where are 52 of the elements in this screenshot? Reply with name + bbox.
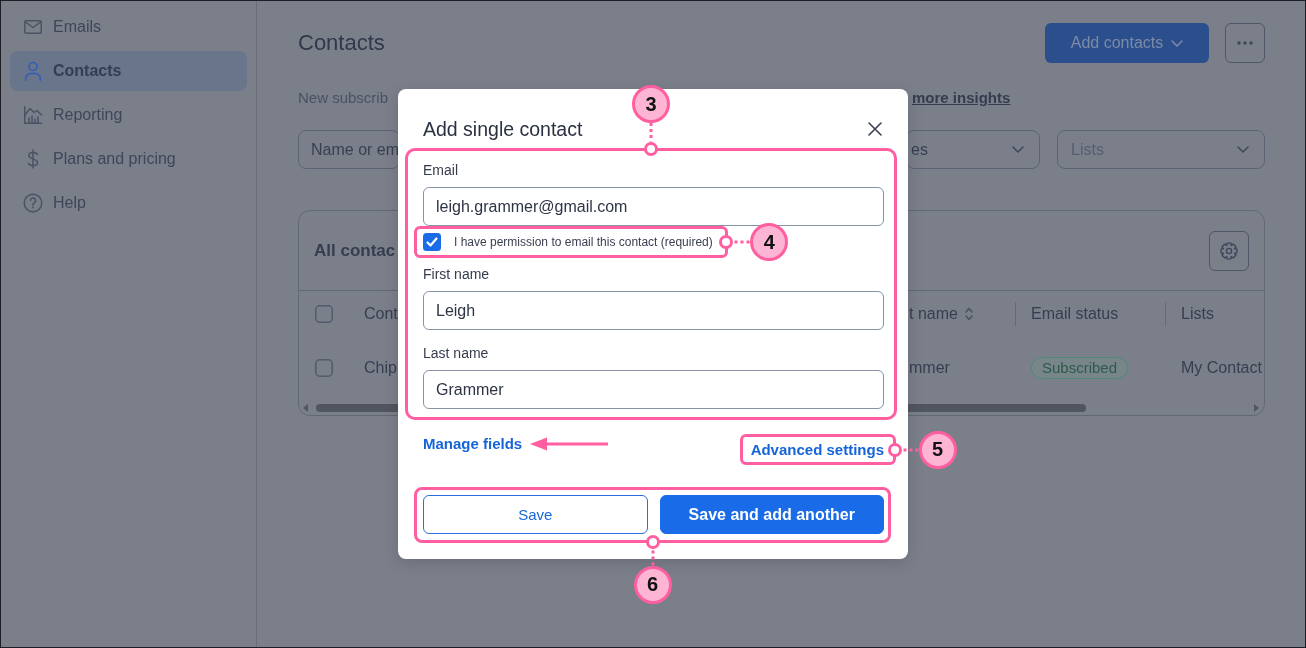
secondary-button[interactable]: Save	[423, 495, 648, 534]
chart-icon	[23, 105, 43, 125]
sidebar-item[interactable]: Emails	[10, 7, 247, 47]
step-number: 3	[632, 85, 670, 123]
scroll-left-icon[interactable]	[303, 403, 308, 412]
settings-button[interactable]	[1209, 230, 1249, 271]
checkbox[interactable]	[315, 304, 333, 323]
add-contacts-button[interactable]: Add contacts	[1045, 23, 1209, 63]
field-label: Email	[423, 161, 458, 179]
more-icon	[1237, 41, 1253, 45]
field-label: Last name	[423, 344, 489, 362]
sidebar-item[interactable]: Contacts	[10, 51, 247, 91]
insights-link[interactable]: more insights	[912, 88, 1011, 108]
close-icon[interactable]	[868, 122, 882, 136]
text-input[interactable]: Grammer	[423, 370, 884, 409]
sidebar-item[interactable]: Plans and pricing	[10, 139, 247, 179]
table-cell: Chip	[364, 359, 397, 377]
text-input[interactable]: leigh.grammer@gmail.com	[423, 187, 884, 226]
chevron-down-icon	[1012, 146, 1024, 153]
checkbox[interactable]	[315, 359, 333, 377]
search-field[interactable]: Name or em	[298, 130, 400, 169]
help-icon	[23, 193, 43, 213]
caret-icon	[1171, 39, 1184, 47]
person-icon	[23, 61, 43, 81]
column-header: Lists	[1181, 304, 1214, 323]
envelope-icon	[23, 17, 43, 37]
scroll-right-icon[interactable]	[1254, 403, 1259, 412]
dialog-title: Add single contact	[423, 117, 583, 141]
sidebar-item[interactable]: Reporting	[10, 95, 247, 135]
primary-button[interactable]: Save and add another	[659, 495, 884, 534]
table-title: All contac	[314, 240, 396, 261]
page-title: Contacts	[298, 30, 385, 56]
sidebar-item[interactable]: Help	[10, 183, 247, 223]
sort-icon[interactable]	[964, 306, 973, 321]
table-cell: My Contact	[1181, 359, 1262, 377]
settings-icon	[1220, 241, 1238, 260]
column-header[interactable]: t name	[909, 304, 958, 323]
step-number: 6	[633, 565, 672, 604]
step-number: 4	[750, 223, 789, 261]
checkbox-label: I have permission to email this contact (required)	[454, 235, 713, 249]
text-input[interactable]: Leigh	[423, 291, 884, 330]
table-cell: mmer	[909, 359, 950, 377]
column-header: Cont	[364, 304, 398, 323]
more-button[interactable]	[1225, 23, 1265, 63]
field-label: First name	[423, 265, 490, 283]
advanced-settings-link[interactable]: Advanced settings	[750, 439, 884, 460]
step-number: 5	[918, 430, 957, 469]
chevron-down-icon	[1237, 146, 1249, 153]
column-header: Email status	[1031, 304, 1119, 323]
status-badge: Subscribed	[1031, 357, 1129, 379]
permission-checkbox[interactable]	[423, 233, 441, 251]
manage-fields-link[interactable]: Manage fields	[423, 434, 523, 454]
